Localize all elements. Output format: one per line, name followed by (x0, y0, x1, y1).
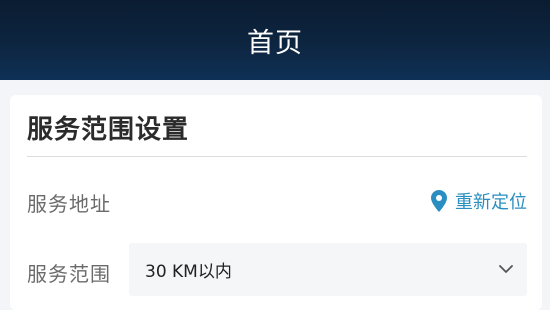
service-address-label: 服务地址 (27, 192, 111, 216)
relocate-button[interactable]: 重新定位 (431, 188, 527, 214)
section-title: 服务范围设置 (27, 115, 190, 145)
divider (27, 156, 527, 157)
service-range-value: 30 KM以内 (145, 262, 232, 282)
relocate-label: 重新定位 (455, 192, 527, 213)
top-header: 首页 (0, 0, 550, 80)
map-pin-icon (431, 190, 447, 212)
service-range-card: 服务范围设置 服务地址 重新定位 服务范围 30 KM以内 (10, 95, 542, 310)
page-title: 首页 (247, 27, 303, 59)
service-range-label: 服务范围 (27, 262, 111, 286)
chevron-down-icon (499, 265, 513, 273)
service-range-select[interactable]: 30 KM以内 (129, 243, 527, 296)
